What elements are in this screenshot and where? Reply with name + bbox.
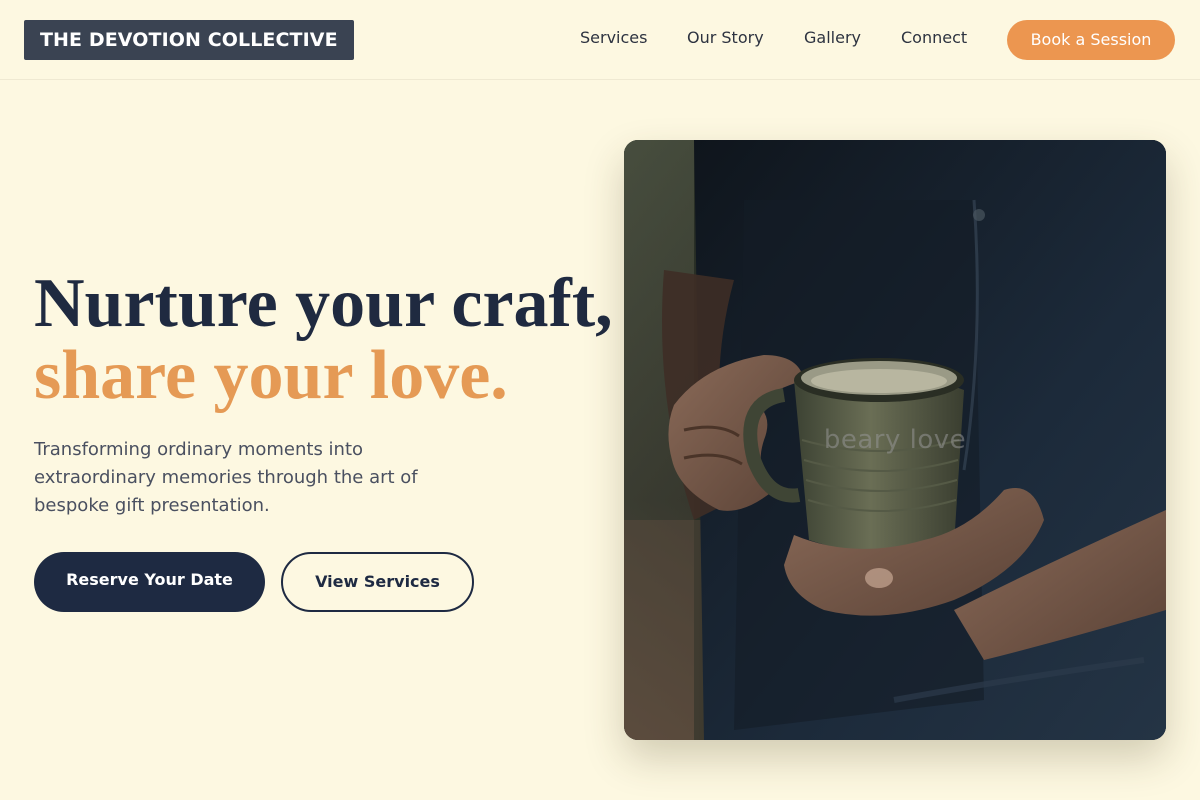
book-session-button[interactable]: Book a Session [1007,20,1175,60]
photo-watermark: beary love [823,425,967,455]
hero-headline: Nurture your craft, share your love. [34,268,613,412]
brand-logo[interactable]: THE DEVOTION COLLECTIVE [24,20,354,60]
view-services-button[interactable]: View Services [281,552,474,612]
nav-link-services[interactable]: Services [580,28,647,48]
nav-link-connect[interactable]: Connect [901,28,967,48]
reserve-date-button[interactable]: Reserve Your Date [34,552,265,612]
site-header: THE DEVOTION COLLECTIVE Services Our Sto… [0,0,1200,80]
headline-line-1: Nurture your craft, [34,265,613,342]
headline-line-2: share your love. [34,337,508,414]
hero-photo: beary love [624,140,1166,740]
hero-subtext: Transforming ordinary moments into extra… [34,439,418,516]
nav-link-gallery[interactable]: Gallery [804,28,861,48]
nav-link-our-story[interactable]: Our Story [687,28,764,48]
